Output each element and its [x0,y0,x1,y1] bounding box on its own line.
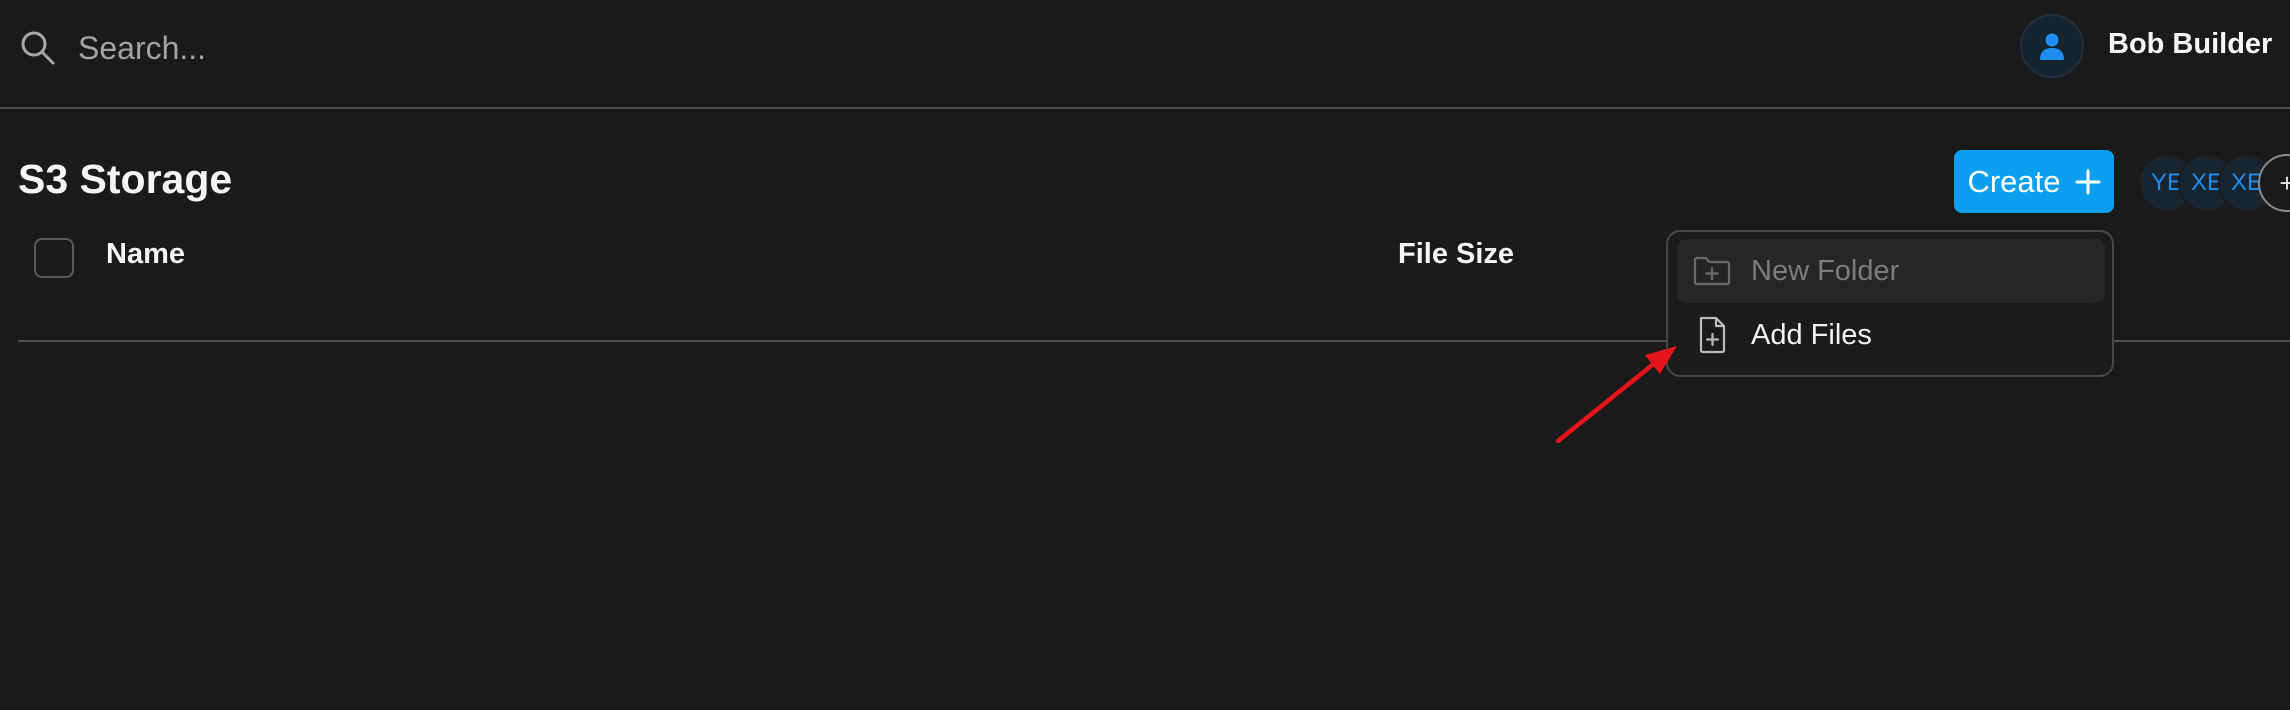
menu-item-label: Add Files [1751,318,1872,351]
collaborator-avatars: YE XE XE + [2136,152,2290,212]
file-plus-icon [1699,316,1726,354]
search-icon [21,31,55,65]
create-button[interactable]: Create [1954,150,2114,213]
user-name[interactable]: Bob Builder [2108,28,2272,64]
user-icon [2040,33,2064,60]
folder-plus-icon [1693,256,1731,286]
menu-item-add-files[interactable]: Add Files [1677,303,2105,367]
menu-item-label: New Folder [1751,254,1900,287]
column-header-name[interactable]: Name [106,238,185,271]
create-menu: New Folder Add Files [1666,230,2114,377]
plus-icon [2075,169,2101,194]
annotation-arrow-icon [1555,346,1677,444]
page-title: S3 Storage [18,156,233,202]
app-window: Bob Builder S3 Storage Create YE XE XE +… [0,0,2290,710]
select-all-checkbox[interactable] [34,238,74,278]
user-avatar[interactable] [2020,14,2084,78]
menu-item-new-folder[interactable]: New Folder [1677,239,2105,303]
column-header-file-size[interactable]: File Size [1398,238,1514,271]
search-input[interactable] [78,22,978,74]
create-button-label: Create [1967,163,2061,199]
top-bar: Bob Builder [0,0,2290,109]
